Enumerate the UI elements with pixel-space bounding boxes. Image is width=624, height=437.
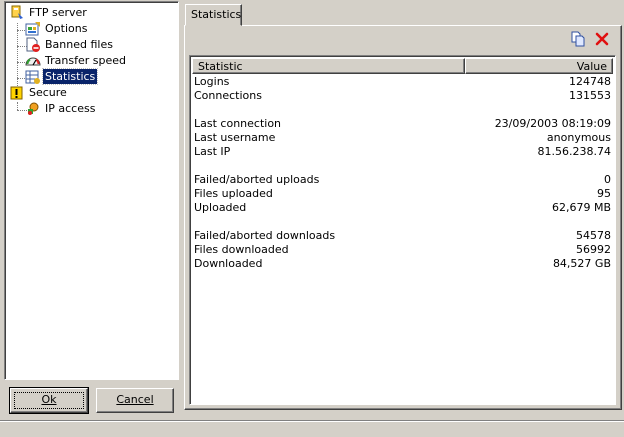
statistic-value: 124748 xyxy=(569,75,611,88)
table-row[interactable]: Uploaded 62,679 MB xyxy=(194,201,611,215)
tree-connector xyxy=(17,23,18,86)
statistic-value: 131553 xyxy=(569,89,611,102)
table-row[interactable]: Last connection 23/09/2003 08:19:09 xyxy=(194,117,611,131)
ok-button[interactable]: Ok xyxy=(9,387,89,414)
tab-statistics[interactable]: Statistics xyxy=(185,4,242,26)
statistic-value: 62,679 MB xyxy=(551,201,611,214)
focus-rect xyxy=(14,392,84,409)
tree-item-label: Banned files xyxy=(45,38,113,51)
statistic-name: Files uploaded xyxy=(194,187,273,200)
statistic-value: anonymous xyxy=(546,131,611,144)
speed-gauge-icon xyxy=(25,57,41,66)
statistics-icon xyxy=(25,70,40,84)
tree-item-label: Statistics xyxy=(41,68,99,85)
table-row[interactable]: Files downloaded 56992 xyxy=(194,243,611,257)
tree-item-label: Transfer speed xyxy=(45,54,126,67)
statistic-value: 0 xyxy=(604,173,611,186)
cancel-button[interactable]: Cancel xyxy=(96,388,174,413)
status-bar xyxy=(0,420,624,437)
secure-icon xyxy=(10,86,23,100)
tree-item-banned-files[interactable]: Banned files xyxy=(25,37,115,53)
banned-files-icon xyxy=(26,37,40,52)
tree-item-label: Options xyxy=(45,22,88,35)
ftp-server-icon xyxy=(11,5,23,19)
table-row[interactable]: Failed/aborted downloads 54578 xyxy=(194,229,611,243)
statistic-name: Last connection xyxy=(194,117,282,130)
table-row[interactable]: Files uploaded 95 xyxy=(194,187,611,201)
tree-item-label: Secure xyxy=(29,86,67,99)
statistic-name: Uploaded xyxy=(194,201,247,214)
column-header-label: Value xyxy=(576,60,607,73)
table-row[interactable]: Last username anonymous xyxy=(194,131,611,145)
table-row xyxy=(194,159,611,173)
tree-item-label: IP access xyxy=(45,102,96,115)
tree-connector xyxy=(17,102,18,110)
statistic-name: Connections xyxy=(194,89,262,102)
tree-item-ip-access[interactable]: IP access xyxy=(25,101,97,117)
statistic-value: 81.56.238.74 xyxy=(537,145,611,158)
statistic-value: 54578 xyxy=(576,229,611,242)
statistic-name: Logins xyxy=(194,75,230,88)
statistic-value: 23/09/2003 08:19:09 xyxy=(494,117,611,130)
table-row[interactable]: Failed/aborted uploads 0 xyxy=(194,173,611,187)
tree-item-label: FTP server xyxy=(29,6,87,19)
tree-item-options[interactable]: Options xyxy=(25,21,89,37)
statistic-name: Last IP xyxy=(194,145,231,158)
statistic-name: Failed/aborted downloads xyxy=(194,229,336,242)
statistics-list[interactable]: Statistic Value Logins 124748 Connection… xyxy=(189,55,616,405)
table-row[interactable]: Connections 131553 xyxy=(194,89,611,103)
statistic-name: Last username xyxy=(194,131,276,144)
statistic-value: 84,527 GB xyxy=(552,257,611,270)
tree-item-statistics[interactable]: Statistics xyxy=(25,68,99,85)
copy-icon[interactable] xyxy=(570,31,586,47)
statistic-name: Failed/aborted uploads xyxy=(194,173,320,186)
table-row xyxy=(194,103,611,117)
column-header-value[interactable]: Value xyxy=(465,58,613,74)
ip-access-icon xyxy=(28,102,39,115)
options-icon xyxy=(25,22,40,36)
table-row xyxy=(194,215,611,229)
clear-icon[interactable] xyxy=(594,31,610,47)
tree-view[interactable]: FTP server Options Banned files Transfer… xyxy=(4,1,179,380)
table-row[interactable]: Last IP 81.56.238.74 xyxy=(194,145,611,159)
statistic-name: Files downloaded xyxy=(194,243,289,256)
tab-label: Statistics xyxy=(191,8,242,21)
statistic-name: Downloaded xyxy=(194,257,263,270)
statistic-value: 95 xyxy=(597,187,611,200)
column-header-statistic[interactable]: Statistic xyxy=(192,58,465,74)
table-row[interactable]: Downloaded 84,527 GB xyxy=(194,257,611,271)
cancel-button-label: Cancel xyxy=(116,393,154,406)
table-row[interactable]: Logins 124748 xyxy=(194,75,611,89)
tree-item-secure[interactable]: Secure xyxy=(9,85,69,101)
statistic-value: 56992 xyxy=(576,243,611,256)
tree-item-ftp-server[interactable]: FTP server xyxy=(9,5,89,21)
column-header-label: Statistic xyxy=(198,60,243,73)
tree-item-transfer-speed[interactable]: Transfer speed xyxy=(25,53,128,69)
